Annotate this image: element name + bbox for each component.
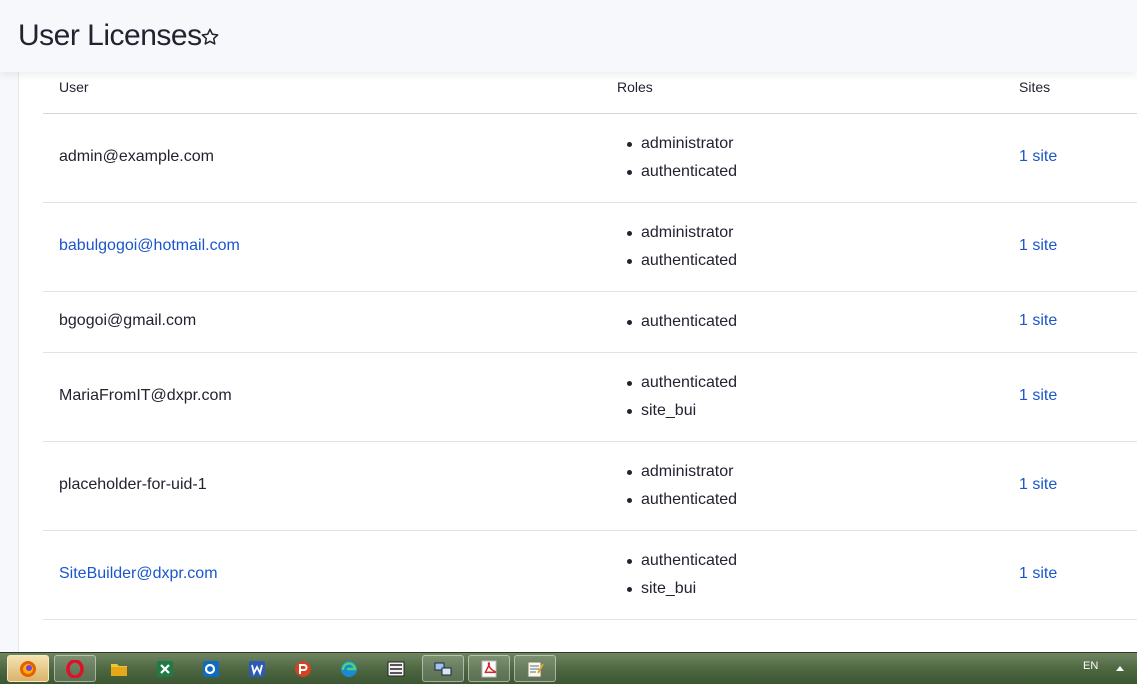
table-row: bgogoi@gmail.com authenticated 1 site (43, 291, 1137, 353)
taskbar-vnc-button[interactable] (375, 655, 417, 682)
notepad-icon (526, 660, 544, 678)
network-tool-icon (433, 660, 453, 678)
role-item: site_bui (625, 575, 737, 603)
pdf-reader-icon (480, 660, 498, 678)
roles-list: administrator authenticated (625, 219, 737, 275)
file-explorer-icon (110, 661, 128, 677)
role-item: authenticated (625, 308, 737, 336)
role-item: administrator (625, 219, 737, 247)
star-icon[interactable] (200, 27, 220, 47)
taskbar-opera-button[interactable] (54, 655, 96, 682)
outlook-icon (202, 660, 220, 678)
roles-list: authenticated site_bui (625, 547, 737, 603)
taskbar: EN (0, 652, 1137, 684)
column-header-roles: Roles (617, 79, 653, 95)
role-item: authenticated (625, 247, 737, 275)
edge-icon (340, 660, 358, 678)
user-name: admin@example.com (59, 147, 214, 165)
role-item: authenticated (625, 369, 737, 397)
table-row: MariaFromIT@dxpr.com authenticated site_bu… (43, 352, 1137, 442)
vnc-icon (387, 660, 405, 678)
excel-icon (156, 660, 174, 678)
roles-list: administrator authenticated (625, 130, 737, 186)
page-header: User Licenses (0, 0, 1137, 72)
role-item: administrator (625, 458, 737, 486)
taskbar-file-explorer-button[interactable] (98, 655, 140, 682)
page-title: User Licenses (18, 19, 202, 52)
language-indicator[interactable]: EN (1083, 660, 1098, 672)
user-link[interactable]: SiteBuilder@dxpr.com (59, 565, 218, 583)
taskbar-edge-button[interactable] (328, 655, 370, 682)
sites-link[interactable]: 1 site (1019, 476, 1057, 494)
sites-link[interactable]: 1 site (1019, 387, 1057, 405)
role-item: authenticated (625, 547, 737, 575)
firefox-icon (19, 660, 37, 678)
taskbar-word-button[interactable] (236, 655, 278, 682)
word-icon (248, 660, 266, 678)
user-name: bgogoi@gmail.com (59, 311, 197, 329)
column-header-user: User (59, 79, 89, 95)
table-row: SiteBuilder@dxpr.com authenticated site_bu… (43, 530, 1137, 620)
main-content: User Roles Sites admin@example.com admini… (18, 72, 1137, 652)
user-link[interactable]: babulgogoi@hotmail.com (59, 237, 240, 255)
role-item: authenticated (625, 486, 737, 514)
role-item: authenticated (625, 158, 737, 186)
role-item: administrator (625, 130, 737, 158)
sites-link[interactable]: 1 site (1019, 565, 1057, 583)
taskbar-excel-button[interactable] (144, 655, 186, 682)
taskbar-notepad-button[interactable] (514, 655, 556, 682)
table-row: babulgogoi@hotmail.com administrator authe… (43, 202, 1137, 292)
role-item: site_bui (625, 397, 737, 425)
sites-link[interactable]: 1 site (1019, 237, 1057, 255)
table-row: admin@example.com administrator authentica… (43, 113, 1137, 203)
taskbar-powerpoint-button[interactable] (282, 655, 324, 682)
powerpoint-icon (294, 660, 312, 678)
sites-link[interactable]: 1 site (1019, 312, 1057, 330)
taskbar-firefox-button[interactable] (7, 655, 49, 682)
table-header: User Roles Sites (43, 72, 1137, 114)
table-row: placeholder-for-uid-1 administrator authen… (43, 441, 1137, 531)
opera-icon (66, 659, 84, 678)
roles-list: administrator authenticated (625, 458, 737, 514)
user-name: placeholder-for-uid-1 (59, 475, 207, 493)
taskbar-outlook-button[interactable] (190, 655, 232, 682)
column-header-sites: Sites (1019, 79, 1051, 95)
roles-list: authenticated site_bui (625, 369, 737, 425)
taskbar-network-tool-button[interactable] (422, 655, 464, 682)
roles-list: authenticated (625, 308, 737, 336)
sites-link[interactable]: 1 site (1019, 148, 1057, 166)
user-name: MariaFromIT@dxpr.com (59, 386, 232, 404)
tray-arrow-icon[interactable] (1116, 665, 1124, 671)
taskbar-pdf-reader-button[interactable] (468, 655, 510, 682)
